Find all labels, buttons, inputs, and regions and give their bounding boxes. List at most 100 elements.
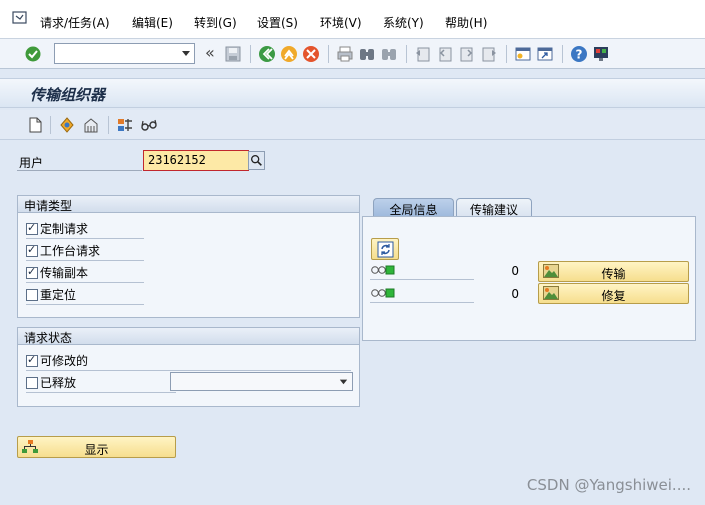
- checkbox-custom-request[interactable]: 定制请求: [26, 220, 88, 238]
- hierarchy-icon[interactable]: [58, 116, 76, 134]
- repair-button[interactable]: 修复: [538, 283, 689, 304]
- mountain-icon: [543, 264, 559, 278]
- checkbox-label: 传输副本: [40, 266, 89, 280]
- menu-goto[interactable]: 转到(G): [194, 14, 237, 31]
- menu-environment[interactable]: 环境(V): [320, 14, 362, 31]
- checkbox-workbench-request[interactable]: 工作台请求: [26, 242, 100, 260]
- repair-button-label: 修复: [601, 289, 626, 303]
- toolbar-separator: [506, 45, 507, 63]
- request-status-group: 请求状态 可修改的 已释放: [17, 327, 360, 407]
- toolbar-separator: [250, 45, 251, 63]
- refresh-icon: [377, 241, 394, 258]
- cancel-icon[interactable]: [302, 45, 320, 63]
- checkbox-label: 定制请求: [40, 222, 89, 236]
- print-icon[interactable]: [336, 45, 354, 63]
- new-document-icon[interactable]: [26, 116, 44, 134]
- toolbar-separator: [50, 116, 51, 134]
- menu-system[interactable]: 系统(Y): [383, 14, 424, 31]
- checkbox-label: 可修改的: [40, 354, 89, 368]
- glasses-icon[interactable]: [140, 116, 158, 134]
- toolbar-separator: [406, 45, 407, 63]
- toolbar-separator: [562, 45, 563, 63]
- back-icon[interactable]: [258, 45, 276, 63]
- first-page-icon[interactable]: [414, 45, 432, 63]
- toolbar-separator: [328, 45, 329, 63]
- sap-menu-icon[interactable]: [12, 11, 28, 25]
- mountain-icon: [543, 286, 559, 300]
- checkbox[interactable]: [26, 377, 38, 389]
- watermark: CSDN @Yangshiwei....: [526, 476, 691, 494]
- request-type-group: 申请类型 定制请求 工作台请求 传输副本 重定位: [17, 195, 360, 318]
- chevron-down-icon[interactable]: [180, 47, 192, 59]
- display-button[interactable]: 显示: [17, 436, 176, 458]
- help-icon[interactable]: ?: [570, 45, 588, 63]
- checkbox[interactable]: [26, 289, 38, 301]
- checkbox-label: 工作台请求: [40, 244, 101, 258]
- exit-icon[interactable]: [280, 45, 298, 63]
- command-field[interactable]: [54, 43, 195, 64]
- chevron-down-icon[interactable]: [338, 376, 349, 387]
- row-divider: [370, 302, 474, 303]
- application-toolbar: [0, 110, 705, 140]
- back-arrows-icon[interactable]: «: [205, 43, 215, 62]
- row-divider: [26, 238, 144, 239]
- checkbox-relocation[interactable]: 重定位: [26, 286, 76, 304]
- row-divider: [370, 279, 474, 280]
- menu-bar: 请求/任务(A) 编辑(E) 转到(G) 设置(S) 环境(V) 系统(Y) 帮…: [0, 0, 705, 39]
- repair-count: 0: [511, 287, 519, 301]
- traffic-light-icon: [371, 265, 395, 275]
- last-page-icon[interactable]: [480, 45, 498, 63]
- prev-page-icon[interactable]: [436, 45, 454, 63]
- find-icon[interactable]: [358, 45, 376, 63]
- toolbar-separator: [108, 116, 109, 134]
- transport-icon[interactable]: [82, 116, 100, 134]
- find-next-icon[interactable]: [380, 45, 398, 63]
- search-icon[interactable]: [248, 151, 265, 170]
- transport-count: 0: [511, 264, 519, 278]
- row-divider: [26, 282, 144, 283]
- shortcut-icon[interactable]: [536, 45, 554, 63]
- tools-icon[interactable]: [116, 116, 134, 134]
- menu-help[interactable]: 帮助(H): [445, 14, 487, 31]
- user-label-underline: [17, 170, 142, 171]
- tab-global-info[interactable]: 全局信息: [373, 198, 454, 217]
- menu-settings[interactable]: 设置(S): [257, 14, 298, 31]
- layout-icon[interactable]: [592, 45, 610, 63]
- checkbox[interactable]: [26, 221, 38, 235]
- svg-text:?: ?: [576, 48, 583, 62]
- traffic-light-icon: [371, 288, 395, 298]
- title-bar: 传输组织器: [0, 78, 705, 108]
- checkbox-label: 已释放: [40, 376, 77, 390]
- transport-button[interactable]: 传输: [538, 261, 689, 282]
- group-header: 申请类型: [18, 196, 359, 213]
- user-input[interactable]: 23162152: [143, 150, 249, 171]
- menu-edit[interactable]: 编辑(E): [132, 14, 173, 31]
- checkbox-transport-copy[interactable]: 传输副本: [26, 264, 88, 282]
- row-divider: [26, 370, 351, 371]
- checkbox-released[interactable]: 已释放: [26, 374, 76, 392]
- page-title: 传输组织器: [30, 86, 106, 104]
- checkbox[interactable]: [26, 243, 38, 257]
- new-session-icon[interactable]: [514, 45, 532, 63]
- group-header: 请求状态: [18, 328, 359, 345]
- hierarchy-tree-icon: [22, 440, 38, 453]
- display-button-label: 显示: [84, 443, 109, 457]
- released-select[interactable]: [170, 372, 353, 391]
- checkbox-modifiable[interactable]: 可修改的: [26, 352, 88, 370]
- checkbox[interactable]: [26, 265, 38, 279]
- row-divider: [26, 304, 144, 305]
- global-info-panel: 0 传输 0 修复: [362, 216, 696, 341]
- checkbox-label: 重定位: [40, 288, 77, 302]
- save-icon[interactable]: [224, 45, 242, 63]
- checkbox[interactable]: [26, 353, 38, 367]
- user-label: 用户: [19, 156, 44, 170]
- menu-request-task[interactable]: 请求/任务(A): [40, 14, 110, 31]
- row-divider: [26, 392, 176, 393]
- refresh-button[interactable]: [371, 238, 399, 260]
- transport-button-label: 传输: [601, 267, 626, 281]
- enter-icon[interactable]: [24, 45, 42, 63]
- standard-toolbar: « ?: [0, 39, 705, 69]
- row-divider: [26, 260, 144, 261]
- tab-transport-suggestion[interactable]: 传输建议: [456, 198, 532, 217]
- next-page-icon[interactable]: [458, 45, 476, 63]
